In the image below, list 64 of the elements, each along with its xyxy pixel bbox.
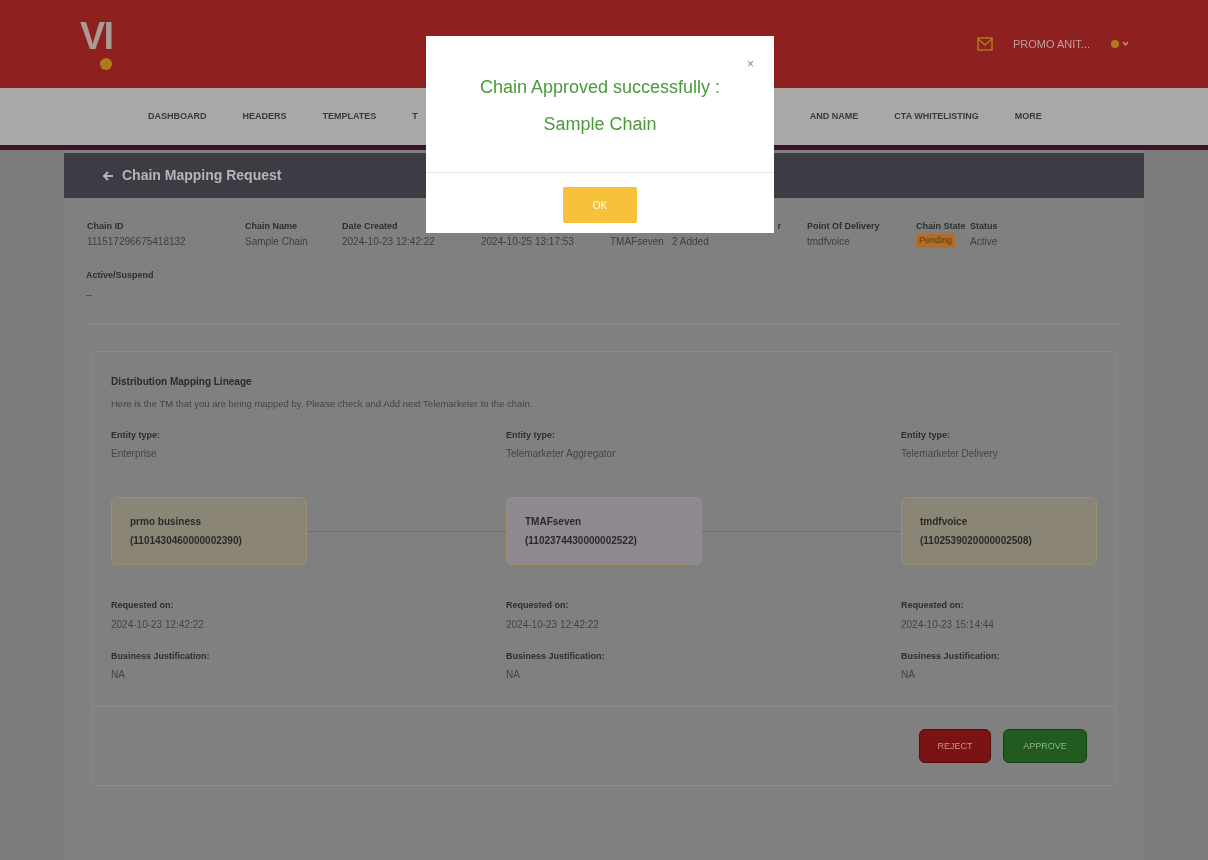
nav-link[interactable]: AND NAME xyxy=(809,109,859,124)
detail-value: 2024-10-23 12:42:22 xyxy=(342,235,436,249)
justification-value: NA xyxy=(111,668,126,683)
close-button[interactable]: × xyxy=(747,58,754,70)
entity-id: (1102374430000002522) xyxy=(525,534,638,549)
detail-label: Point Of Delivery xyxy=(807,220,880,231)
modal-subtitle: Sample Chain xyxy=(543,113,657,136)
entity-type-label: Entity type: xyxy=(506,428,556,442)
nav-link[interactable]: TEMPLATES xyxy=(322,109,377,124)
requested-label: Requested on: xyxy=(111,599,175,613)
page-title: Chain Mapping Request xyxy=(122,166,282,185)
detail-label: Chain State xyxy=(916,220,966,231)
entity-node[interactable]: prmo business (1101430460000002390) xyxy=(111,497,307,566)
approve-button[interactable]: APPROVE xyxy=(1003,729,1087,764)
detail-label: Status xyxy=(970,220,998,231)
user-avatar-icon[interactable] xyxy=(1110,39,1128,49)
entity-name: prmo business xyxy=(130,515,203,530)
requested-value: 2024-10-23 12:42:22 xyxy=(506,617,600,632)
detail-label: r xyxy=(777,220,781,231)
entity-type-value: Telemarketer Aggregator xyxy=(506,447,617,462)
detail-value: 2 Added xyxy=(672,235,710,249)
entity-type-value: Enterprise xyxy=(111,447,158,462)
vi-logo[interactable]: VI xyxy=(80,16,124,72)
entity-type-label: Entity type: xyxy=(111,428,161,442)
modal-title: Chain Approved successfully : xyxy=(479,76,721,99)
requested-value: 2024-10-23 15:14:44 xyxy=(901,617,995,632)
chain-state-badge: Pending xyxy=(916,234,956,248)
detail-value: tmdfvoice xyxy=(807,235,851,249)
user-name[interactable]: PROMO ANIT... xyxy=(1013,35,1090,53)
entity-name: TMAFseven xyxy=(525,515,583,530)
entity-node[interactable]: TMAFseven (1102374430000002522) xyxy=(506,497,702,566)
entity-id: (1102539020000002508) xyxy=(920,534,1033,549)
justification-label: Business Justification: xyxy=(901,649,1001,663)
detail-label: Chain Name xyxy=(245,220,297,231)
detail-value: 111517296675418132 xyxy=(87,235,187,249)
requested-label: Requested on: xyxy=(506,599,570,613)
detail-value: Sample Chain xyxy=(245,235,309,249)
detail-label: Active/Suspend xyxy=(86,269,155,282)
nav-link[interactable]: HEADERS xyxy=(242,109,287,124)
entity-type-label: Entity type: xyxy=(901,428,951,442)
detail-value: -- xyxy=(86,287,94,302)
nav-link[interactable]: T xyxy=(412,109,418,124)
back-arrow-icon[interactable] xyxy=(102,169,114,182)
requested-value: 2024-10-23 12:42:22 xyxy=(111,617,205,632)
nav-link[interactable]: MORE xyxy=(1014,109,1042,124)
entity-type-value: Telemarketer Delivery xyxy=(901,447,999,462)
reject-button[interactable]: REJECT xyxy=(919,729,991,764)
detail-label: Chain ID xyxy=(87,220,124,231)
lineage-title: Distribution Mapping Lineage xyxy=(111,374,253,389)
entity-id: (1101430460000002390) xyxy=(130,534,243,549)
nav-link[interactable]: DASHBOARD xyxy=(148,109,207,124)
justification-value: NA xyxy=(506,668,521,683)
detail-value: TMAFseven xyxy=(610,235,665,249)
detail-label: Date Created xyxy=(342,220,398,231)
detail-value: Active xyxy=(970,235,999,249)
entity-name: tmdfvoice xyxy=(920,515,969,530)
entity-node[interactable]: tmdfvoice (1102539020000002508) xyxy=(901,497,1097,566)
nav-link[interactable]: CTA WHITELISTING xyxy=(894,109,979,124)
justification-value: NA xyxy=(901,668,916,683)
justification-label: Business Justification: xyxy=(506,649,606,663)
requested-label: Requested on: xyxy=(901,599,965,613)
justification-label: Business Justification: xyxy=(111,649,211,663)
mail-icon[interactable] xyxy=(977,37,993,51)
detail-value: 2024-10-25 13:17:53 xyxy=(481,235,575,249)
